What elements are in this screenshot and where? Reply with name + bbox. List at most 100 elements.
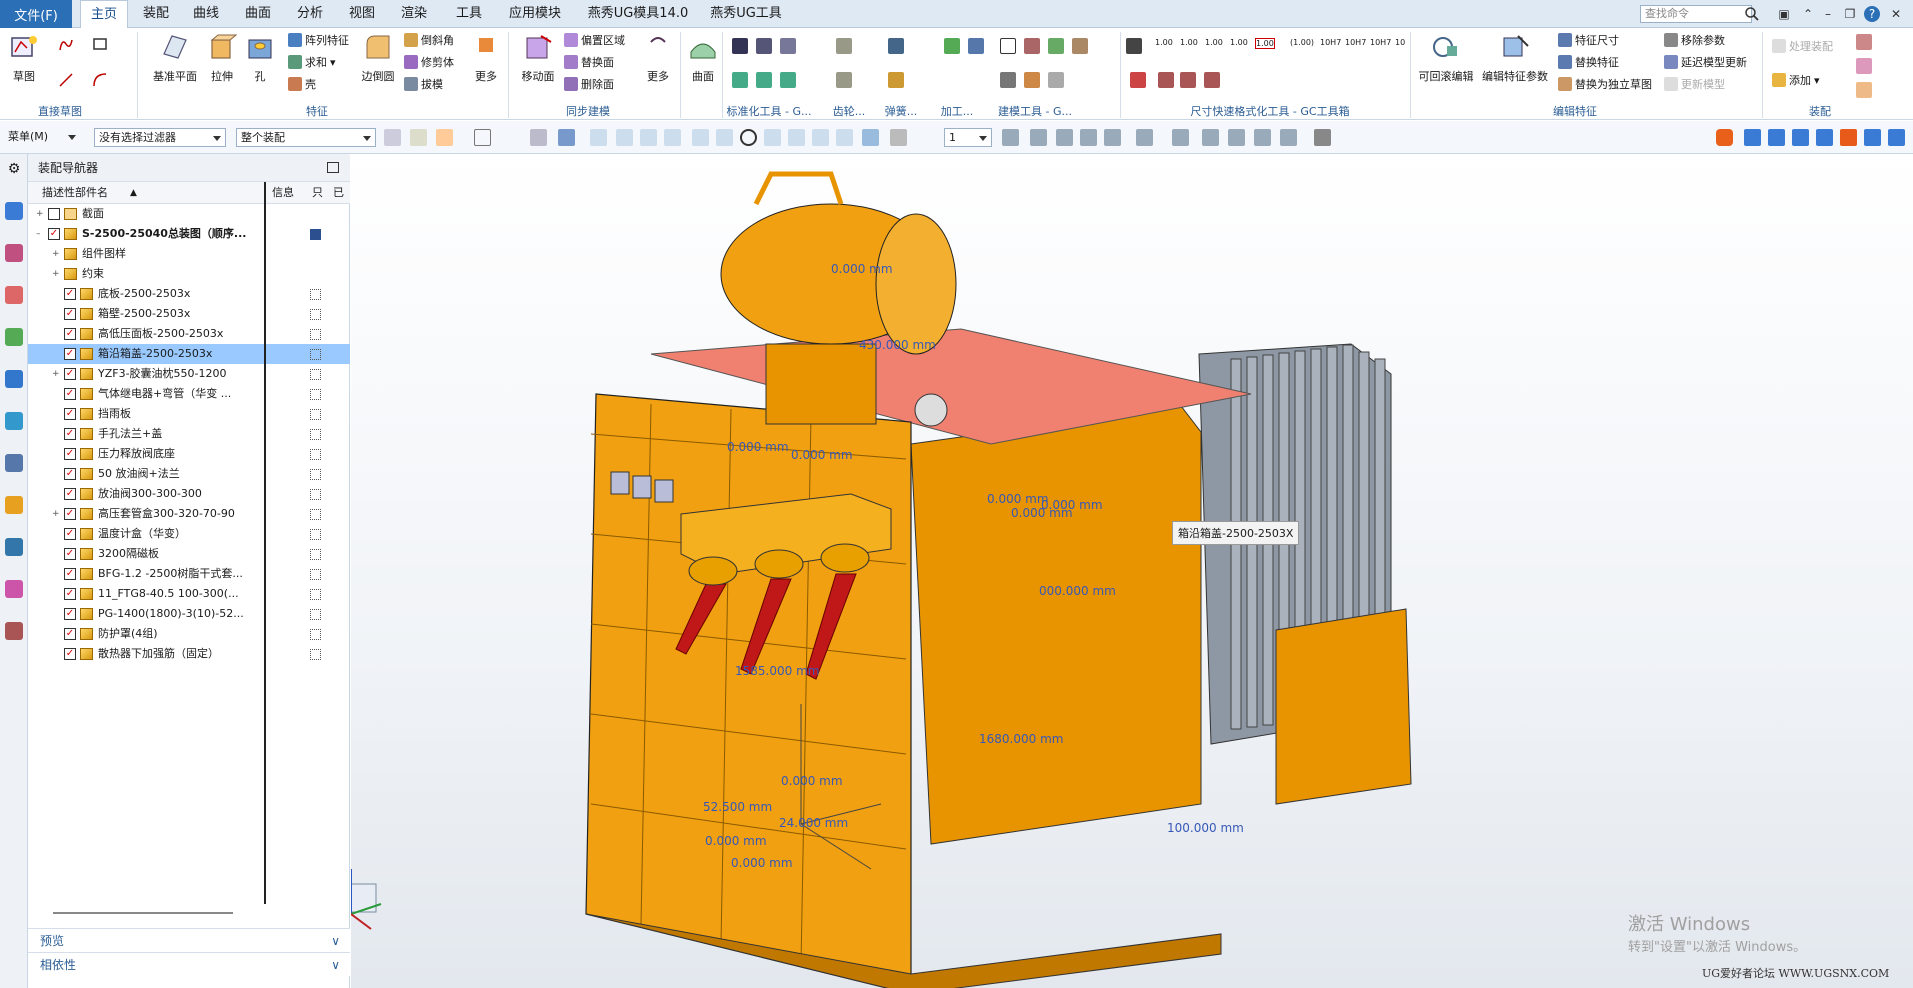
work-layer-dropdown[interactable]: 1 — [944, 128, 992, 147]
dim-tool-3-icon[interactable] — [1158, 72, 1174, 88]
tree-row[interactable]: ✓ 散热器下加强筋（固定） — [28, 644, 350, 664]
assembly-navigator-icon[interactable] — [5, 202, 23, 220]
gear-tool-2-icon[interactable] — [836, 72, 852, 88]
replace-feature-button[interactable]: 替换特征 — [1558, 54, 1619, 70]
visibility-checkbox[interactable]: ✓ — [64, 568, 76, 580]
feature-dims-button[interactable]: 特征尺寸 — [1558, 32, 1619, 48]
surface-button[interactable]: 曲面 — [686, 32, 720, 84]
modeling-tool-5-icon[interactable] — [1000, 72, 1016, 88]
ime-punctuation-icon[interactable] — [1768, 129, 1785, 146]
snap-mid-icon[interactable] — [640, 129, 657, 146]
assembly-tool-1-icon[interactable] — [1856, 34, 1872, 50]
machining-tool-2-icon[interactable] — [968, 38, 984, 54]
dimension-label[interactable]: 0.000 mm — [731, 856, 793, 870]
visibility-checkbox[interactable]: ✓ — [64, 288, 76, 300]
expand-toggle-icon[interactable]: + — [36, 210, 44, 219]
restore-icon[interactable]: ❐ — [1842, 6, 1858, 22]
visibility-checkbox[interactable]: ✓ — [64, 408, 76, 420]
assembly-tool-2-icon[interactable] — [1856, 58, 1872, 74]
expand-toggle-icon[interactable]: – — [36, 230, 44, 239]
visibility-checkbox[interactable]: ✓ — [64, 328, 76, 340]
dim-format-1-button[interactable]: 1.00 — [1155, 38, 1173, 47]
dimension-label[interactable]: 0.000 mm — [727, 440, 789, 454]
visibility-checkbox[interactable]: ✓ — [64, 308, 76, 320]
dim-format-6-button[interactable]: (1.00) — [1290, 38, 1314, 47]
gear-icon[interactable]: ⚙ — [5, 160, 23, 178]
dim-format-5-button[interactable]: 1.00 — [1255, 38, 1275, 49]
tree-row[interactable]: ✓ 箱壁-2500-2503x — [28, 304, 350, 324]
rotate-icon[interactable] — [1056, 129, 1073, 146]
spring-tool-2-icon[interactable] — [888, 72, 904, 88]
machining-tool-icon[interactable] — [944, 38, 960, 54]
sort-ascending-icon[interactable]: ▲ — [130, 182, 137, 204]
tree-row[interactable]: ✓ 底板-2500-2503x — [28, 284, 350, 304]
tree-row[interactable]: ✓ 挡雨板 — [28, 404, 350, 424]
tab-analysis[interactable]: 分析 — [288, 0, 332, 28]
visibility-checkbox[interactable]: ✓ — [64, 548, 76, 560]
visibility-checkbox[interactable]: ✓ — [64, 628, 76, 640]
ime-keyboard-icon[interactable] — [1816, 129, 1833, 146]
horizontal-scrollbar[interactable] — [53, 912, 233, 914]
dim-tool-5-icon[interactable] — [1204, 72, 1220, 88]
maximize-panel-icon[interactable] — [327, 162, 339, 173]
pattern-feature-button[interactable]: 阵列特征 — [288, 32, 349, 48]
expand-toggle-icon[interactable]: + — [52, 270, 60, 279]
expand-toggle-icon[interactable]: + — [52, 370, 60, 379]
tree-row[interactable]: + ✓ 高压套管盒300-320-70-90 — [28, 504, 350, 524]
dim-tool-2-icon[interactable] — [1130, 72, 1146, 88]
close-icon[interactable]: ✕ — [1888, 6, 1904, 22]
replace-face-button[interactable]: 替换面 — [564, 54, 614, 70]
fit-view-icon[interactable] — [1002, 129, 1019, 146]
select-body-icon[interactable] — [530, 129, 547, 146]
tree-row[interactable]: ✓ 手孔法兰+盖 — [28, 424, 350, 444]
dim-format-3-button[interactable]: 1.00 — [1205, 38, 1223, 47]
history-icon[interactable] — [5, 454, 23, 472]
collapse-ribbon-icon[interactable]: ⌃ — [1800, 6, 1816, 22]
ime-chinese-icon[interactable] — [1744, 129, 1761, 146]
tree-row[interactable]: + 截面 — [28, 204, 350, 224]
selection-scope-dropdown[interactable]: 整个装配 — [236, 128, 376, 147]
modeling-tool-7-icon[interactable] — [1048, 72, 1064, 88]
tree-row[interactable]: + 组件图样 — [28, 244, 350, 264]
tab-curve[interactable]: 曲线 — [184, 0, 228, 28]
shell-button[interactable]: 壳 — [288, 76, 316, 92]
remove-params-button[interactable]: 移除参数 — [1664, 32, 1725, 48]
tree-row[interactable]: ✓ 放油阀300-300-300 — [28, 484, 350, 504]
layer-tool-icon[interactable] — [890, 129, 907, 146]
dimension-label[interactable]: 0.000 mm — [987, 492, 1049, 506]
col-info-header[interactable]: 信息 — [272, 182, 294, 204]
modeling-tool-2-icon[interactable] — [1024, 38, 1040, 54]
snap-control-icon[interactable] — [664, 129, 681, 146]
snap-quadrant-icon[interactable] — [764, 129, 781, 146]
tree-row[interactable]: ✓ 3200隔磁板 — [28, 544, 350, 564]
ime-settings-icon[interactable] — [1888, 129, 1905, 146]
web-browser-icon[interactable] — [5, 412, 23, 430]
draft-button[interactable]: 拔模 — [404, 76, 443, 92]
hd3d-tools-icon[interactable] — [5, 370, 23, 388]
dimension-label[interactable]: 1680.000 mm — [979, 732, 1063, 746]
visibility-checkbox[interactable]: ✓ — [64, 428, 76, 440]
roles-icon[interactable] — [5, 580, 23, 598]
snap-tool-last-icon[interactable] — [862, 129, 879, 146]
std-tool-6-icon[interactable] — [780, 72, 796, 88]
replace-independent-sketch-button[interactable]: 替换为独立草图 — [1558, 76, 1652, 92]
dim-format-4-button[interactable]: 1.00 — [1230, 38, 1248, 47]
dim-format-7-button[interactable]: 10H7 — [1320, 38, 1341, 47]
dimension-label[interactable]: 0.000 mm — [791, 448, 853, 462]
visibility-checkbox[interactable]: ✓ — [48, 228, 60, 240]
more-feature-button[interactable]: 更多 — [470, 32, 502, 84]
transformer-model[interactable] — [351, 154, 1913, 988]
view-triad[interactable] — [351, 869, 382, 930]
tree-row[interactable]: ✓ 11_FTG8-40.5 100-300(... — [28, 584, 350, 604]
tab-application[interactable]: 应用模块 — [500, 0, 570, 28]
extrude-button[interactable]: 拉伸 — [204, 32, 240, 84]
tree-row[interactable]: ✓ BFG-1.2 -2500树脂干式套... — [28, 564, 350, 584]
visibility-checkbox[interactable] — [48, 208, 60, 220]
graphics-viewport[interactable]: 0.000 mm 430.000 mm 0.000 mm 0.000 mm 0.… — [351, 154, 1913, 988]
command-search-input[interactable]: 查找命令 — [1640, 5, 1752, 23]
tree-row[interactable]: ✓ PG-1400(1800)-3(10)-52... — [28, 604, 350, 624]
visibility-checkbox[interactable]: ✓ — [64, 608, 76, 620]
tab-yanxiu-mold[interactable]: 燕秀UG模具14.0 — [578, 0, 698, 28]
line-icon[interactable] — [58, 36, 74, 52]
line-segment-icon[interactable] — [58, 72, 74, 88]
